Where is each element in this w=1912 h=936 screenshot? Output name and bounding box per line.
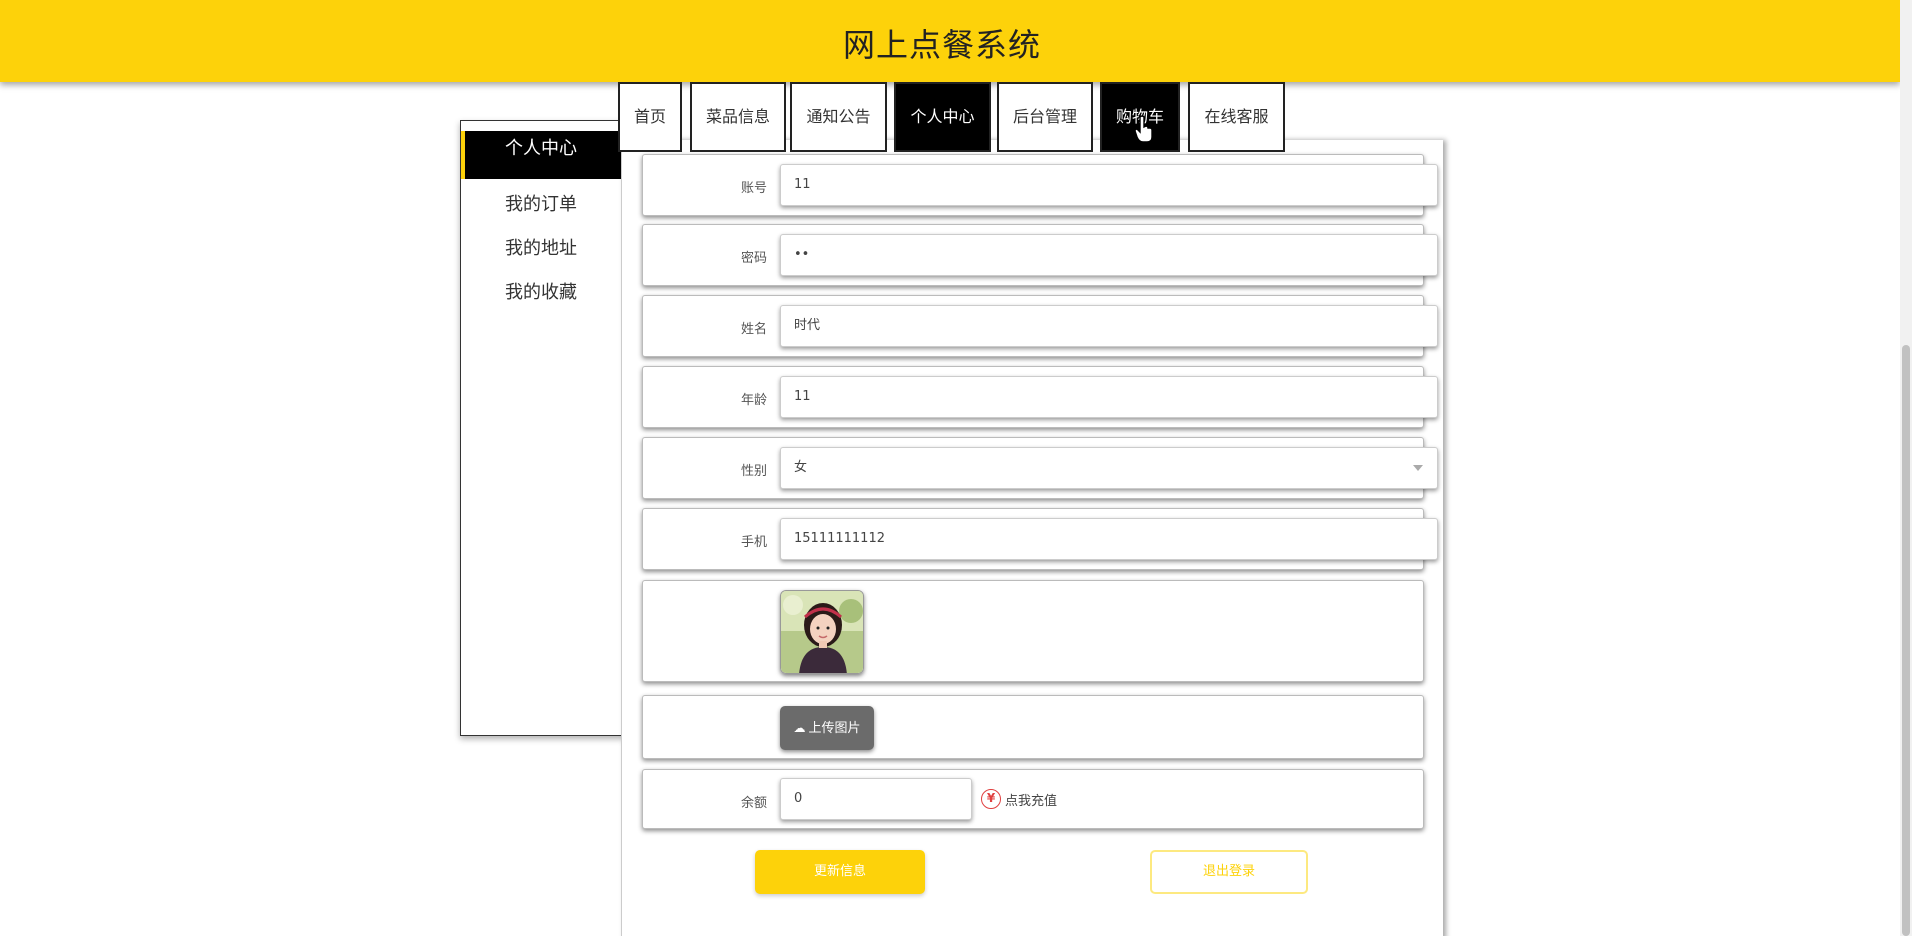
update-info-button[interactable]: 更新信息	[755, 850, 925, 894]
nav-home[interactable]: 首页	[618, 82, 682, 152]
account-input[interactable]: 11	[780, 164, 1438, 206]
nav-admin[interactable]: 后台管理	[997, 82, 1093, 152]
site-title: 网上点餐系统	[842, 26, 1041, 64]
name-input[interactable]: 时代	[780, 305, 1438, 347]
balance-label: 余额	[740, 796, 767, 811]
sidebar: 个人中心 我的订单 我的地址 我的收藏	[460, 120, 625, 736]
phone-label: 手机	[740, 535, 767, 550]
gender-label: 性别	[740, 464, 767, 479]
header-bar: 网上点餐系统	[0, 0, 1900, 82]
balance-input[interactable]: 0	[780, 778, 972, 820]
upload-image-button[interactable]: ☁ 上传图片	[780, 706, 874, 750]
form-row-balance: 余额 0 ¥ 点我充值	[642, 769, 1424, 829]
form-row-password: 密码 ••	[642, 224, 1438, 286]
password-input[interactable]: ••	[780, 234, 1438, 276]
page-scrollbar[interactable]	[1900, 0, 1912, 936]
nav-profile[interactable]: 个人中心	[894, 82, 991, 152]
logout-button[interactable]: 退出登录	[1150, 850, 1308, 894]
form-row-name: 姓名 时代	[642, 295, 1438, 357]
account-label: 账号	[740, 181, 767, 196]
yen-icon: ¥	[981, 789, 1001, 809]
form-row-avatar	[642, 580, 1424, 682]
recharge-label: 点我充值	[1005, 793, 1058, 809]
name-label: 姓名	[740, 322, 767, 337]
form-row-upload: ☁ 上传图片	[642, 695, 1424, 759]
form-row-account: 账号 11	[642, 154, 1438, 216]
profile-form-panel: 账号 11 密码 •• 姓名 时代 年龄 11 性别 女 手机 15111111…	[621, 140, 1443, 936]
sidebar-item-address[interactable]: 我的地址	[505, 234, 577, 260]
gender-value: 女	[794, 460, 808, 475]
upload-label: 上传图片	[808, 721, 861, 736]
cloud-upload-icon: ☁	[793, 721, 806, 735]
form-row-phone: 手机 15111111112	[642, 508, 1438, 570]
sidebar-item-orders[interactable]: 我的订单	[505, 190, 577, 216]
chevron-down-icon	[1413, 465, 1423, 471]
sidebar-item-favorites[interactable]: 我的收藏	[505, 278, 577, 304]
nav-notices[interactable]: 通知公告	[790, 82, 887, 152]
form-row-gender: 性别 女	[642, 437, 1438, 499]
phone-input[interactable]: 15111111112	[780, 518, 1438, 560]
recharge-link[interactable]: ¥ 点我充值	[981, 788, 1057, 810]
hand-cursor-icon	[1134, 115, 1153, 143]
avatar	[780, 590, 864, 674]
password-label: 密码	[740, 251, 767, 266]
nav-dishes[interactable]: 菜品信息	[690, 82, 786, 152]
age-input[interactable]: 11	[780, 376, 1438, 418]
sidebar-item-profile[interactable]: 个人中心	[461, 131, 624, 179]
form-row-age: 年龄 11	[642, 366, 1438, 428]
nav-support[interactable]: 在线客服	[1188, 82, 1285, 152]
gender-select[interactable]: 女	[780, 447, 1438, 489]
scrollbar-thumb[interactable]	[1902, 345, 1910, 936]
age-label: 年龄	[740, 393, 767, 408]
